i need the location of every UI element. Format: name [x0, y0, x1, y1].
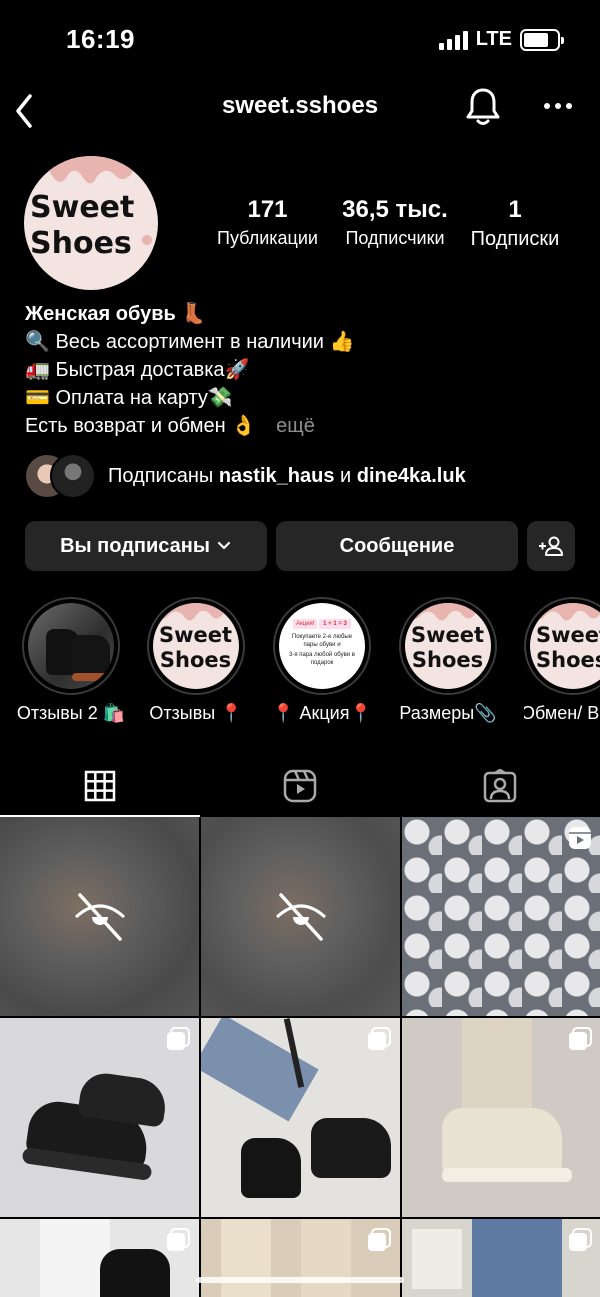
mutual-avatars [24, 453, 104, 499]
followed-by[interactable]: Подписаны nastik_haus и dine4ka.luk [24, 452, 584, 500]
add-user-button[interactable] [527, 521, 575, 571]
signal-icon [438, 30, 468, 50]
highlight-sizes[interactable]: Sweet Shoes Размеры📎 [398, 597, 498, 724]
reel-icon [569, 827, 591, 849]
chevron-down-icon [217, 541, 231, 550]
multiple-photos-icon [368, 1228, 391, 1251]
profile-avatar[interactable]: Sweet Shoes [24, 156, 158, 290]
highlight-cover: SweetShoes [405, 603, 491, 689]
post[interactable] [0, 1219, 199, 1297]
post[interactable] [201, 1219, 400, 1297]
tab-tagged[interactable] [400, 755, 600, 817]
tab-posts[interactable] [0, 755, 200, 817]
status-indicators: LTE [438, 28, 564, 51]
multiple-photos-icon [569, 1027, 592, 1050]
message-button[interactable]: Сообщение [276, 521, 518, 571]
multiple-photos-icon [167, 1027, 190, 1050]
bio-line: 💳 Оплата на карту💸 [25, 387, 233, 409]
hidden-eye-icon [275, 893, 327, 941]
multiple-photos-icon [167, 1228, 190, 1251]
post[interactable] [402, 1219, 600, 1297]
bio-line: 🔍 Весь ассортимент в наличии 👍 [25, 331, 355, 353]
network-label: LTE [475, 28, 512, 50]
hidden-eye-icon [74, 893, 126, 941]
bell-icon[interactable] [460, 84, 506, 130]
highlight-cover: SweetShoes [153, 603, 239, 689]
highlight-promo[interactable]: Акция! 1 + 1 = 3 Покупаете 2-е любые пар… [272, 597, 372, 724]
post[interactable] [201, 1018, 400, 1217]
profile-tabs [0, 755, 600, 817]
highlight-reviews[interactable]: Sweet Shoes Отзывы 📍 [146, 597, 246, 724]
hidden-post[interactable] [0, 817, 199, 1016]
stat-posts[interactable]: 171 Публикации [205, 196, 330, 249]
followed-by-text: Подписаны nastik_haus и dine4ka.luk [108, 464, 466, 487]
multiple-photos-icon [368, 1027, 391, 1050]
reel-post[interactable] [402, 817, 600, 1016]
highlight-reviews-2[interactable]: Отзывы 2 🛍️ [17, 597, 125, 724]
add-user-icon [539, 536, 563, 556]
bio-more-link[interactable]: ещё [276, 415, 315, 437]
highlight-cover [28, 603, 114, 689]
following-button[interactable]: Вы подписаны [25, 521, 267, 571]
tagged-icon [483, 769, 517, 803]
highlight-exchange[interactable]: SweetShoes Обмен/ В [524, 597, 600, 724]
post[interactable] [402, 1018, 600, 1217]
hidden-post[interactable] [201, 817, 400, 1016]
profile-name: Женская обувь 👢 [25, 303, 207, 325]
profile-bio: Женская обувь 👢 🔍 Весь ассортимент в нал… [25, 300, 585, 440]
avatar-logo-text: Sweet Shoes [30, 190, 135, 261]
more-options-icon[interactable] [536, 84, 580, 128]
post[interactable] [0, 1018, 199, 1217]
status-bar: 16:19 LTE [0, 0, 600, 80]
multiple-photos-icon [569, 1228, 592, 1251]
highlight-cover: Акция! 1 + 1 = 3 Покупаете 2-е любые пар… [279, 603, 365, 689]
highlight-cover: SweetShoes [530, 603, 600, 689]
reels-icon [283, 769, 317, 803]
bio-line-last: Есть возврат и обмен 👌 ещё [25, 415, 315, 437]
grid-icon [84, 770, 116, 802]
mutual-user-1[interactable]: nastik_haus [219, 465, 335, 487]
home-indicator[interactable] [196, 1277, 404, 1283]
stat-followers[interactable]: 36,5 тыс. Подписчики [330, 196, 460, 249]
stat-following[interactable]: 1 Подписки [460, 196, 570, 251]
profile-username: sweet.sshoes [221, 92, 379, 119]
avatar-dot [142, 235, 152, 245]
tab-reels[interactable] [200, 755, 400, 817]
status-time: 16:19 [66, 24, 135, 54]
mutual-user-2[interactable]: dine4ka.luk [357, 465, 466, 487]
bio-line: 🚛 Быстрая доставка🚀 [25, 359, 250, 381]
profile-header: sweet.sshoes [0, 80, 600, 136]
avatar [50, 453, 96, 499]
battery-icon [520, 28, 564, 51]
